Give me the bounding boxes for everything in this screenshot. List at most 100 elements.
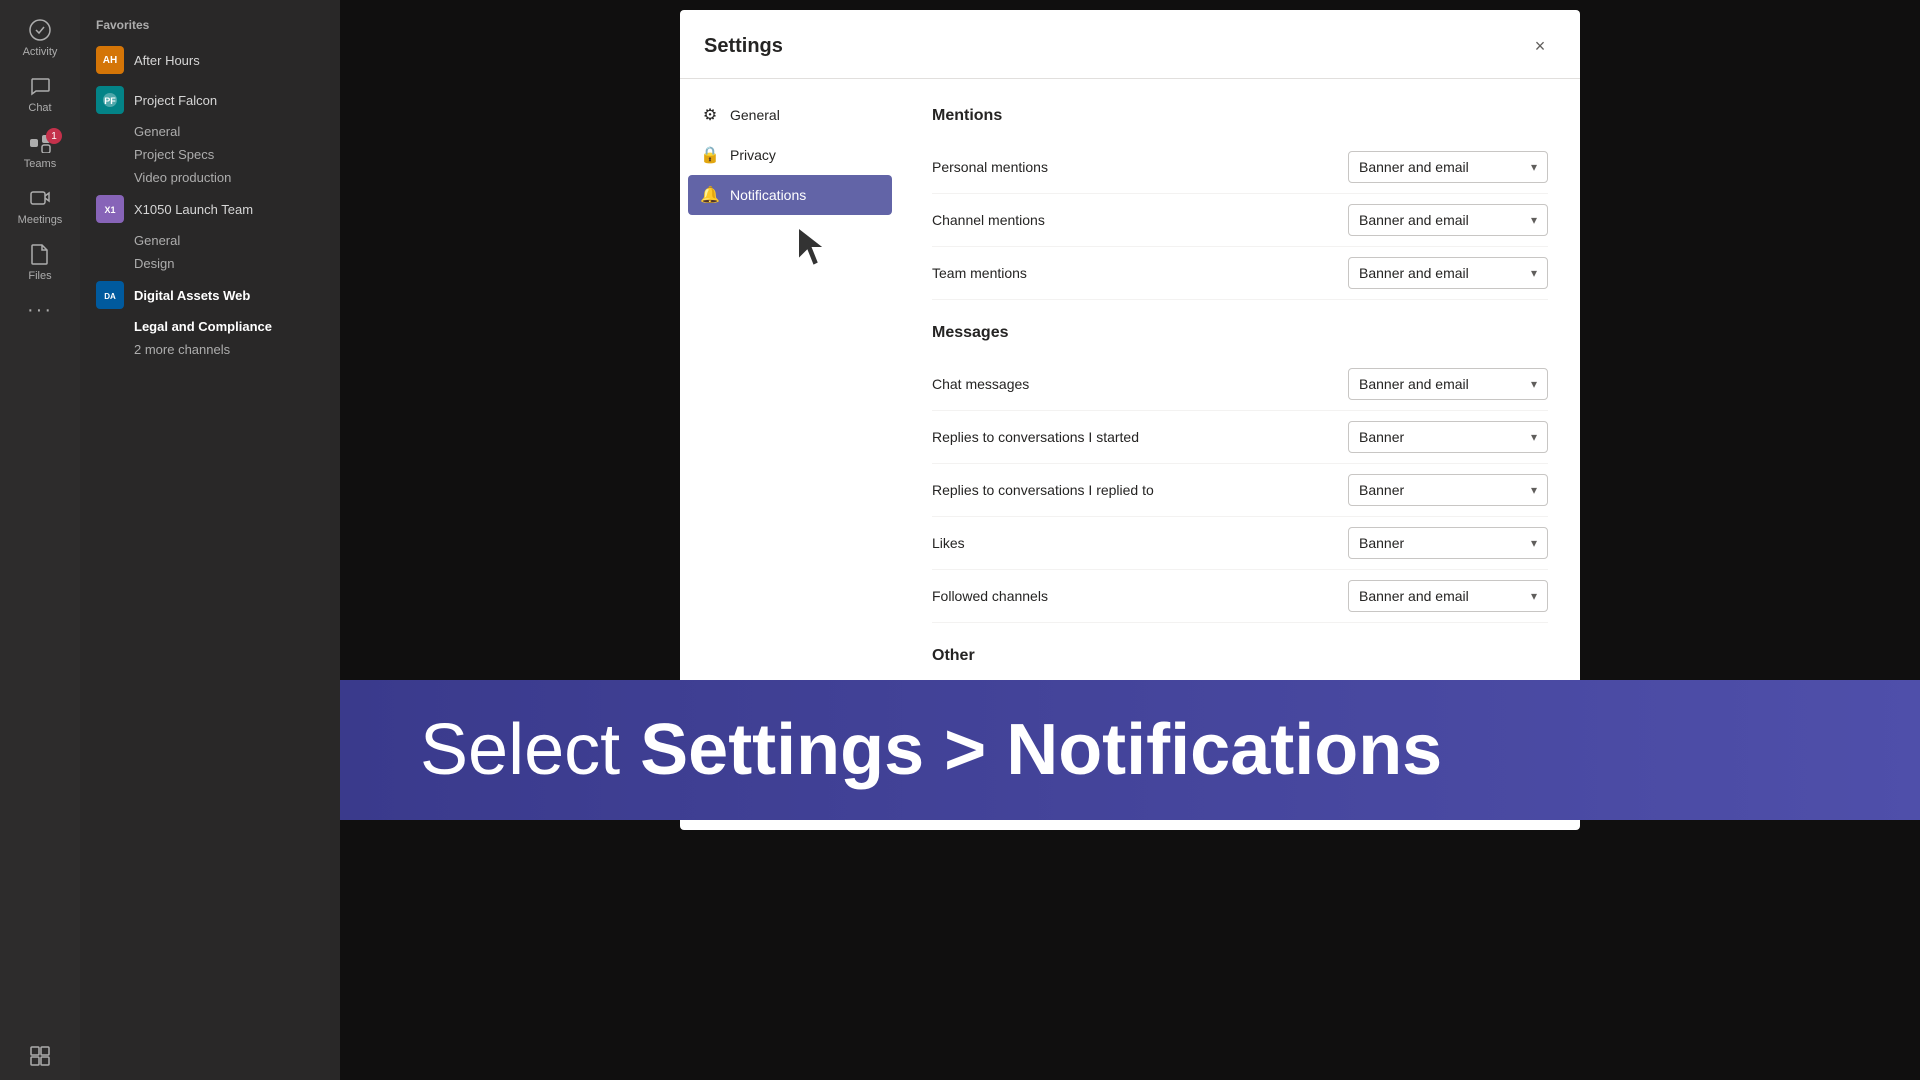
- team-avatar-ah: AH: [96, 46, 124, 74]
- teams-label: Teams: [24, 158, 56, 170]
- team-avatar-x1: X1: [96, 195, 124, 223]
- channel-mentions-value: Banner and email: [1359, 212, 1469, 228]
- followed-channels-arrow: ▾: [1531, 589, 1537, 603]
- replies-replied-label: Replies to conversations I replied to: [932, 482, 1154, 498]
- activity-label: Activity: [23, 46, 58, 58]
- team-name-ah: After Hours: [134, 53, 200, 68]
- channel-video-production[interactable]: Video production: [80, 166, 340, 189]
- replies-started-arrow: ▾: [1531, 430, 1537, 444]
- notifications-icon: 🔔: [700, 185, 720, 205]
- sidebar-item-meetings[interactable]: Meetings: [0, 178, 80, 234]
- setting-chat-messages: Chat messages Banner and email ▾: [932, 358, 1548, 411]
- team-mentions-dropdown[interactable]: Banner and email ▾: [1348, 257, 1548, 289]
- team-mentions-value: Banner and email: [1359, 265, 1469, 281]
- team-mentions-label: Team mentions: [932, 265, 1027, 281]
- team-avatar-da: DA: [96, 281, 124, 309]
- meetings-label: Meetings: [18, 214, 63, 226]
- messages-header: Messages: [932, 324, 1548, 342]
- chat-messages-label: Chat messages: [932, 376, 1029, 392]
- chat-messages-arrow: ▾: [1531, 377, 1537, 391]
- replies-started-value: Banner: [1359, 429, 1404, 445]
- channel-mentions-dropdown[interactable]: Banner and email ▾: [1348, 204, 1548, 236]
- mentions-header: Mentions: [932, 107, 1548, 125]
- channel-legal[interactable]: Legal and Compliance: [80, 315, 340, 338]
- favorites-label: Favorites: [80, 10, 340, 40]
- sidebar-item-activity[interactable]: Activity: [0, 10, 80, 66]
- svg-text:PF: PF: [104, 96, 116, 106]
- general-icon: ⚙: [700, 105, 720, 125]
- modal-header: Settings ×: [680, 10, 1580, 79]
- teams-panel: Favorites AH After Hours PF Project Falc…: [80, 0, 340, 1080]
- nav-label-notifications: Notifications: [730, 187, 806, 203]
- replies-replied-dropdown[interactable]: Banner ▾: [1348, 474, 1548, 506]
- teams-badge: 1: [46, 128, 62, 144]
- followed-channels-value: Banner and email: [1359, 588, 1469, 604]
- team-name-da: Digital Assets Web: [134, 288, 250, 303]
- setting-channel-mentions: Channel mentions Banner and email ▾: [932, 194, 1548, 247]
- nav-label-privacy: Privacy: [730, 147, 776, 163]
- likes-arrow: ▾: [1531, 536, 1537, 550]
- other-header: Other: [932, 647, 1548, 665]
- team-name-x1: X1050 Launch Team: [134, 202, 253, 217]
- channel-mentions-arrow: ▾: [1531, 213, 1537, 227]
- sidebar-item-apps[interactable]: [0, 1036, 80, 1080]
- followed-channels-label: Followed channels: [932, 588, 1048, 604]
- replies-started-label: Replies to conversations I started: [932, 429, 1139, 445]
- setting-team-mentions: Team mentions Banner and email ▾: [932, 247, 1548, 300]
- modal-overlay: Settings × ⚙ General 🔒 Privacy 🔔: [340, 0, 1920, 1080]
- nav-item-privacy[interactable]: 🔒 Privacy: [688, 135, 892, 175]
- banner-text-highlight: Settings > Notifications: [640, 710, 1442, 790]
- modal-title: Settings: [704, 35, 783, 58]
- sidebar-item-files[interactable]: Files: [0, 234, 80, 290]
- sidebar-nav: Activity Chat 1 Teams Meetings: [0, 0, 80, 1080]
- personal-mentions-value: Banner and email: [1359, 159, 1469, 175]
- sidebar-item-chat[interactable]: Chat: [0, 66, 80, 122]
- close-button[interactable]: ×: [1524, 30, 1556, 62]
- channel-design[interactable]: Design: [80, 252, 340, 275]
- banner-text: Select Settings > Notifications: [420, 709, 1442, 791]
- setting-replies-replied: Replies to conversations I replied to Ba…: [932, 464, 1548, 517]
- sidebar-item-teams[interactable]: 1 Teams: [0, 122, 80, 178]
- setting-likes: Likes Banner ▾: [932, 517, 1548, 570]
- files-label: Files: [28, 270, 51, 282]
- nav-item-general[interactable]: ⚙ General: [688, 95, 892, 135]
- activity-icon: [28, 18, 52, 42]
- team-after-hours[interactable]: AH After Hours: [80, 40, 340, 80]
- team-name-pf: Project Falcon: [134, 93, 217, 108]
- personal-mentions-label: Personal mentions: [932, 159, 1048, 175]
- svg-text:X1: X1: [104, 205, 115, 215]
- chat-messages-dropdown[interactable]: Banner and email ▾: [1348, 368, 1548, 400]
- personal-mentions-arrow: ▾: [1531, 160, 1537, 174]
- likes-value: Banner: [1359, 535, 1404, 551]
- team-digital-assets[interactable]: DA Digital Assets Web: [80, 275, 340, 315]
- banner-text-normal: Select: [420, 710, 640, 790]
- nav-label-general: General: [730, 107, 780, 123]
- team-mentions-arrow: ▾: [1531, 266, 1537, 280]
- team-avatar-pf: PF: [96, 86, 124, 114]
- more-channels-link[interactable]: 2 more channels: [80, 338, 340, 361]
- more-icon: ···: [28, 298, 52, 322]
- replies-started-dropdown[interactable]: Banner ▾: [1348, 421, 1548, 453]
- svg-text:DA: DA: [104, 292, 116, 301]
- personal-mentions-dropdown[interactable]: Banner and email ▾: [1348, 151, 1548, 183]
- chat-messages-value: Banner and email: [1359, 376, 1469, 392]
- likes-label: Likes: [932, 535, 965, 551]
- likes-dropdown[interactable]: Banner ▾: [1348, 527, 1548, 559]
- privacy-icon: 🔒: [700, 145, 720, 165]
- channel-mentions-label: Channel mentions: [932, 212, 1045, 228]
- channel-project-specs[interactable]: Project Specs: [80, 143, 340, 166]
- nav-item-notifications[interactable]: 🔔 Notifications: [688, 175, 892, 215]
- channel-general-x1[interactable]: General: [80, 229, 340, 252]
- chat-icon: [28, 74, 52, 98]
- apps-icon: [28, 1044, 52, 1068]
- meetings-icon: [28, 186, 52, 210]
- team-project-falcon[interactable]: PF Project Falcon: [80, 80, 340, 120]
- team-x1050[interactable]: X1 X1050 Launch Team: [80, 189, 340, 229]
- sidebar-item-more[interactable]: ···: [0, 290, 80, 334]
- tutorial-banner: Select Settings > Notifications: [340, 680, 1920, 820]
- followed-channels-dropdown[interactable]: Banner and email ▾: [1348, 580, 1548, 612]
- setting-personal-mentions: Personal mentions Banner and email ▾: [932, 141, 1548, 194]
- channel-general-pf[interactable]: General: [80, 120, 340, 143]
- main-content: Settings × ⚙ General 🔒 Privacy 🔔: [340, 0, 1920, 1080]
- chat-label: Chat: [28, 102, 51, 114]
